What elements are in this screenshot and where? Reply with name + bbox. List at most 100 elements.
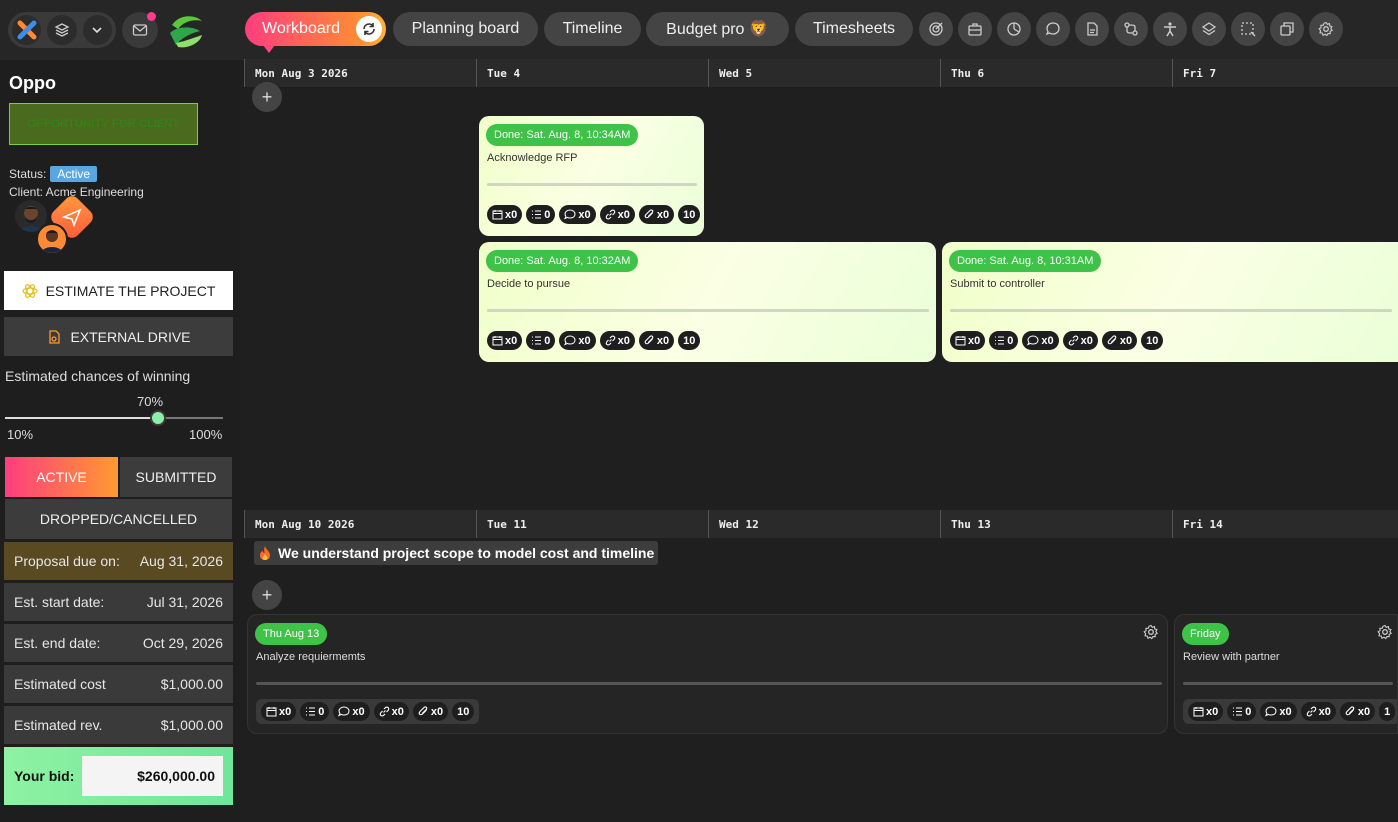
comments-stat[interactable]: x0 bbox=[559, 205, 596, 224]
calendar-stat[interactable]: x0 bbox=[487, 331, 523, 350]
copy-icon[interactable] bbox=[1270, 12, 1304, 46]
done-badge: Done: Sat. Aug. 8, 10:31AM bbox=[949, 250, 1102, 272]
top-bar: Workboard Planning board Timeline Budget… bbox=[0, 0, 1398, 60]
tab-timeline[interactable]: Timeline bbox=[544, 12, 641, 46]
calendar-stat[interactable]: x0 bbox=[950, 331, 986, 350]
points-stat[interactable]: 10 bbox=[1141, 331, 1164, 350]
points-stat[interactable]: 10 bbox=[452, 702, 475, 721]
links-stat[interactable]: x0 bbox=[599, 331, 635, 350]
calendar-stat[interactable]: x0 bbox=[1188, 702, 1224, 721]
estimated-cost-row[interactable]: Estimated cost $1,000.00 bbox=[4, 665, 233, 703]
briefcase-icon[interactable] bbox=[958, 12, 992, 46]
done-badge: Done: Sat. Aug. 8, 10:32AM bbox=[486, 250, 639, 272]
pie-chart-icon[interactable] bbox=[997, 12, 1031, 46]
bid-input[interactable]: $260,000.00 bbox=[82, 756, 223, 796]
attachments-stat-value: x0 bbox=[430, 705, 444, 718]
select-icon[interactable] bbox=[1231, 12, 1265, 46]
start-date-row[interactable]: Est. start date: Jul 31, 2026 bbox=[4, 583, 233, 621]
attachments-stat[interactable]: x0 bbox=[1339, 702, 1376, 721]
calendar-icon bbox=[955, 336, 966, 346]
sync-icon[interactable] bbox=[356, 16, 382, 42]
checklist-icon bbox=[532, 210, 542, 219]
comments-stat[interactable]: x0 bbox=[559, 331, 596, 350]
layers-menu-icon[interactable] bbox=[47, 15, 77, 45]
chances-slider[interactable] bbox=[5, 410, 223, 426]
task-card[interactable]: Friday Review with partner x0 0 x0 x0 x0… bbox=[1174, 614, 1398, 734]
task-stats: x0 0 x0 x0 x0 10 bbox=[950, 331, 1164, 350]
links-stat[interactable]: x0 bbox=[599, 205, 635, 224]
points-stat[interactable]: 1 bbox=[1379, 702, 1396, 721]
checklist-stat[interactable]: 0 bbox=[526, 331, 556, 350]
day-header: Wed 12 bbox=[708, 510, 940, 538]
proposal-due-row[interactable]: Proposal due on: Aug 31, 2026 bbox=[4, 542, 233, 580]
avatar[interactable] bbox=[36, 223, 68, 255]
settings-icon[interactable] bbox=[1309, 12, 1343, 46]
card-settings-icon[interactable] bbox=[1143, 624, 1159, 640]
comment-icon bbox=[564, 209, 576, 220]
app-switcher-cluster bbox=[8, 12, 116, 48]
external-drive-button[interactable]: EXTERNAL DRIVE bbox=[4, 317, 233, 356]
task-card[interactable]: Done: Sat. Aug. 8, 10:31AM Submit to con… bbox=[942, 242, 1398, 362]
layers-icon[interactable] bbox=[1192, 12, 1226, 46]
day-header: Mon Aug 3 2026 bbox=[244, 59, 476, 87]
tab-budget-pro[interactable]: Budget pro 🦁 bbox=[646, 12, 789, 46]
task-card[interactable]: Done: Sat. Aug. 8, 10:32AM Decide to pur… bbox=[479, 242, 936, 362]
bid-row: Your bid: $260,000.00 bbox=[4, 747, 233, 805]
chevron-down-icon[interactable] bbox=[82, 15, 112, 45]
points-stat[interactable]: 10 bbox=[678, 331, 701, 350]
checklist-stat[interactable]: 0 bbox=[989, 331, 1019, 350]
end-date-row[interactable]: Est. end date: Oct 29, 2026 bbox=[4, 624, 233, 662]
calendar-stat[interactable]: x0 bbox=[261, 702, 297, 721]
state-submitted-button[interactable]: SUBMITTED bbox=[120, 457, 232, 497]
checklist-stat[interactable]: 0 bbox=[1227, 702, 1257, 721]
chances-slider-thumb[interactable] bbox=[149, 410, 166, 426]
comments-stat[interactable]: x0 bbox=[1022, 331, 1059, 350]
add-task-button[interactable]: + bbox=[252, 580, 282, 610]
compare-icon[interactable] bbox=[1114, 12, 1148, 46]
attachments-stat[interactable]: x0 bbox=[638, 331, 675, 350]
task-card[interactable]: Done: Sat. Aug. 8, 10:34AM Acknowledge R… bbox=[479, 116, 704, 236]
target-icon[interactable] bbox=[919, 12, 953, 46]
calendar-stat-value: x0 bbox=[1206, 705, 1219, 718]
links-stat[interactable]: x0 bbox=[373, 702, 409, 721]
checklist-stat-value: 0 bbox=[544, 334, 551, 347]
card-settings-icon[interactable] bbox=[1377, 624, 1393, 640]
tab-timesheets[interactable]: Timesheets bbox=[795, 12, 913, 46]
task-card[interactable]: Thu Aug 13 Analyze requiermemts x0 0 x0 … bbox=[247, 614, 1168, 734]
checklist-stat[interactable]: 0 bbox=[300, 702, 330, 721]
accessibility-icon[interactable] bbox=[1153, 12, 1187, 46]
project-type-badge: OPPORTUNITY FOR CLIENT bbox=[9, 103, 198, 145]
checklist-stat[interactable]: 0 bbox=[526, 205, 556, 224]
attachments-stat[interactable]: x0 bbox=[1101, 331, 1138, 350]
estimated-revenue-row[interactable]: Estimated rev. $1,000.00 bbox=[4, 706, 233, 744]
add-task-button[interactable]: + bbox=[252, 82, 282, 112]
state-dropped-button[interactable]: DROPPED/CANCELLED bbox=[5, 499, 232, 539]
bid-label: Your bid: bbox=[14, 768, 75, 784]
attachments-stat[interactable]: x0 bbox=[638, 205, 675, 224]
chat-icon[interactable] bbox=[1036, 12, 1070, 46]
links-stat[interactable]: x0 bbox=[1062, 331, 1098, 350]
state-active-button[interactable]: ACTIVE bbox=[5, 457, 118, 497]
link-icon bbox=[1306, 706, 1316, 717]
proposal-due-label: Proposal due on: bbox=[14, 553, 120, 569]
tab-workboard[interactable]: Workboard bbox=[245, 12, 386, 53]
milestone-banner[interactable]: We understand project scope to model cos… bbox=[254, 541, 659, 565]
status-badge[interactable]: Active bbox=[50, 166, 98, 182]
comments-stat[interactable]: x0 bbox=[1260, 702, 1297, 721]
paperclip-icon bbox=[418, 706, 428, 716]
attachments-stat[interactable]: x0 bbox=[412, 702, 449, 721]
file-icon[interactable] bbox=[1075, 12, 1109, 46]
estimated-cost-label: Estimated cost bbox=[14, 676, 106, 692]
drive-file-icon bbox=[49, 329, 61, 344]
calendar-stat[interactable]: x0 bbox=[487, 205, 523, 224]
links-stat[interactable]: x0 bbox=[1300, 702, 1336, 721]
mail-button[interactable] bbox=[122, 12, 158, 48]
app-logo-icon[interactable] bbox=[12, 15, 42, 45]
estimate-project-button[interactable]: ESTIMATE THE PROJECT bbox=[4, 271, 233, 310]
tab-planning-board[interactable]: Planning board bbox=[393, 12, 538, 46]
chances-label: Estimated chances of winning bbox=[5, 368, 191, 384]
points-stat-value: 10 bbox=[683, 334, 696, 347]
points-stat[interactable]: 10 bbox=[678, 205, 701, 224]
comments-stat[interactable]: x0 bbox=[333, 702, 370, 721]
task-title: Submit to controller bbox=[950, 278, 1045, 290]
